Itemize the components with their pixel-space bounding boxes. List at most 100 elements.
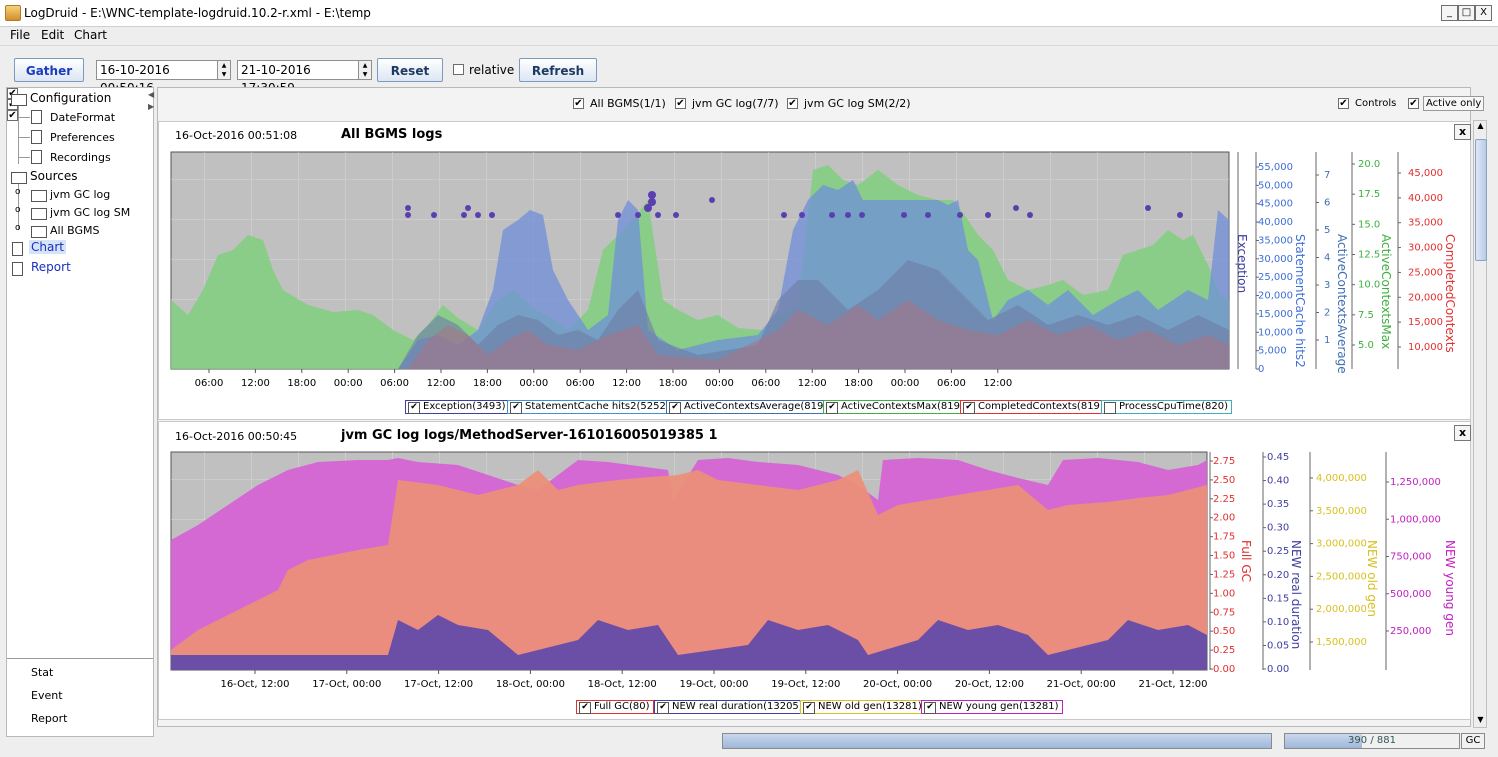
y-tick-label: 1 bbox=[1324, 335, 1330, 346]
legend-checkbox[interactable]: ✔ bbox=[408, 402, 420, 414]
refresh-button[interactable]: Refresh bbox=[519, 58, 597, 82]
legend-label: NEW real duration(13205) bbox=[672, 701, 803, 712]
y-axis-title: Full GC bbox=[1239, 540, 1253, 582]
maximize-button[interactable]: □ bbox=[1458, 5, 1475, 21]
legend-item[interactable]: ProcessCpuTime(820) bbox=[1101, 400, 1232, 414]
chart1-close-button[interactable]: x bbox=[1454, 124, 1471, 140]
tree-source-all-bgms[interactable]: All BGMS bbox=[50, 224, 99, 237]
scroll-up-icon[interactable]: ▲ bbox=[1475, 121, 1486, 133]
chart2-close-button[interactable]: x bbox=[1454, 425, 1471, 441]
legend-item[interactable]: ✔ ActiveContextsAverage(819) bbox=[666, 400, 832, 414]
y-tick-label: 25,000 bbox=[1408, 267, 1443, 278]
y-tick-label: 1.50 bbox=[1213, 551, 1235, 562]
y-tick-label: 15.0 bbox=[1358, 219, 1380, 230]
filter-jvm-gc-log-checkbox[interactable]: ✔ bbox=[675, 98, 686, 109]
tree-recordings[interactable]: Recordings bbox=[50, 151, 111, 164]
reset-button[interactable]: Reset bbox=[377, 58, 443, 82]
controls-checkbox[interactable]: ✔ bbox=[1338, 98, 1349, 109]
active-only-checkbox[interactable]: ✔ bbox=[1408, 98, 1419, 109]
start-date-spinner[interactable]: ▲ ▼ bbox=[217, 60, 231, 80]
tree-dateformat[interactable]: DateFormat bbox=[50, 111, 115, 124]
legend-item[interactable]: ✔ ActiveContextsMax(819) bbox=[823, 400, 968, 414]
chart1-plot[interactable]: 06:00 12:00 18:00 00:00 06:00 12:00 18:00 00:00… bbox=[158, 140, 1471, 398]
end-date-field[interactable]: 21-10-2016 17:30:59 bbox=[237, 60, 359, 95]
relative-label: relative bbox=[469, 63, 515, 77]
legend-item[interactable]: ✔ CompletedContexts(819) bbox=[960, 400, 1108, 414]
tree-source-jvm-gc-log-sm[interactable]: jvm GC log SM bbox=[50, 206, 130, 219]
y-axis-title: ActiveContextsAverage bbox=[1335, 234, 1349, 374]
menu-edit[interactable]: Edit bbox=[41, 28, 64, 42]
expand-right-icon[interactable]: ▶ bbox=[148, 102, 154, 111]
x-tick-label: 06:00 bbox=[566, 378, 595, 389]
y-axis-title: StatementCache hits2 bbox=[1293, 234, 1307, 368]
close-button[interactable]: X bbox=[1475, 5, 1492, 21]
menu-file[interactable]: File bbox=[10, 28, 30, 42]
y-tick-label: 750,000 bbox=[1390, 552, 1431, 563]
legend-checkbox[interactable]: ✔ bbox=[657, 702, 669, 714]
legend-item[interactable]: ✔ Exception(3493) bbox=[405, 400, 510, 414]
x-tick-label: 20-Oct, 00:00 bbox=[863, 679, 932, 690]
y-tick-label: 55,000 bbox=[1258, 162, 1293, 173]
legend-item[interactable]: ✔ NEW old gen(13281) bbox=[800, 700, 926, 714]
x-tick-label: 00:00 bbox=[705, 378, 734, 389]
start-date-field[interactable]: 16-10-2016 00:50:16 bbox=[96, 60, 218, 95]
filter-all-bgms-checkbox[interactable]: ✔ bbox=[573, 98, 584, 109]
legend-checkbox[interactable] bbox=[1104, 402, 1116, 414]
relative-checkbox[interactable] bbox=[453, 64, 464, 75]
collapse-left-icon[interactable]: ◀ bbox=[148, 90, 154, 99]
legend-checkbox[interactable]: ✔ bbox=[579, 702, 591, 714]
active-only-label: Active only bbox=[1423, 96, 1485, 111]
legend-checkbox[interactable]: ✔ bbox=[963, 402, 975, 414]
x-tick-label: 19-Oct, 00:00 bbox=[679, 679, 748, 690]
tree-configuration[interactable]: Configuration bbox=[30, 91, 111, 105]
menu-chart[interactable]: Chart bbox=[74, 28, 107, 42]
y-tick-label: 0.40 bbox=[1267, 476, 1289, 487]
scroll-down-icon[interactable]: ▼ bbox=[1475, 715, 1486, 727]
x-tick-label: 19-Oct, 12:00 bbox=[771, 679, 840, 690]
memory-progress-bar: 390 / 881 bbox=[1284, 733, 1460, 749]
document-icon bbox=[12, 262, 23, 276]
legend-checkbox[interactable]: ✔ bbox=[924, 702, 936, 714]
legend-item[interactable]: ✔ StatementCache hits2(5252) bbox=[507, 400, 674, 414]
legend-item[interactable]: ✔ NEW real duration(13205) bbox=[654, 700, 807, 714]
tree-preferences[interactable]: Preferences bbox=[50, 131, 115, 144]
legend-checkbox[interactable]: ✔ bbox=[803, 702, 815, 714]
y-axis-title: Exception bbox=[1235, 234, 1249, 293]
gather-button[interactable]: Gather bbox=[14, 58, 84, 82]
tree-sources[interactable]: Sources bbox=[30, 169, 77, 183]
legend-label: ActiveContextsMax(819) bbox=[841, 401, 964, 412]
scroll-thumb[interactable] bbox=[1475, 139, 1487, 261]
tree-source-jvm-gc-log[interactable]: jvm GC log bbox=[50, 188, 110, 201]
tree-chart[interactable]: Chart bbox=[29, 240, 66, 254]
expand-handle-icon[interactable]: o bbox=[15, 223, 21, 233]
vertical-scrollbar[interactable]: ▲ ▼ bbox=[1473, 120, 1487, 728]
y-tick-label: 0.25 bbox=[1267, 546, 1289, 557]
x-tick-label: 00:00 bbox=[891, 378, 920, 389]
minimize-button[interactable]: _ bbox=[1441, 5, 1458, 21]
y-tick-label: 0 bbox=[1258, 364, 1264, 375]
legend-item[interactable]: ✔ NEW young gen(13281) bbox=[921, 700, 1063, 714]
expand-handle-icon[interactable]: o bbox=[15, 187, 21, 197]
legend-item[interactable]: ✔ Full GC(80) bbox=[576, 700, 654, 714]
y-tick-label: 5 bbox=[1324, 225, 1330, 236]
filter-jvm-gc-log-sm-checkbox[interactable]: ✔ bbox=[787, 98, 798, 109]
legend-checkbox[interactable]: ✔ bbox=[510, 402, 522, 414]
y-tick-label: 5.0 bbox=[1358, 340, 1374, 351]
legend-label: StatementCache hits2(5252) bbox=[525, 401, 670, 412]
y-tick-label: 2,000,000 bbox=[1316, 604, 1367, 615]
chart2-plot[interactable]: 16-Oct, 12:00 17-Oct, 00:00 17-Oct, 12:00 1… bbox=[158, 440, 1471, 698]
y-tick-label: 10,000 bbox=[1258, 327, 1293, 338]
tree-report[interactable]: Report bbox=[31, 260, 71, 274]
legend-checkbox[interactable]: ✔ bbox=[669, 402, 681, 414]
report-checkbox[interactable]: ✔ bbox=[7, 110, 18, 121]
gc-button[interactable]: GC bbox=[1461, 733, 1485, 749]
legend-checkbox[interactable]: ✔ bbox=[826, 402, 838, 414]
expand-handle-icon[interactable]: o bbox=[15, 205, 21, 215]
y-axis-title: NEW real duration bbox=[1289, 540, 1303, 649]
legend-label: CompletedContexts(819) bbox=[978, 401, 1104, 412]
y-tick-label: 250,000 bbox=[1390, 626, 1431, 637]
x-tick-label: 06:00 bbox=[195, 378, 224, 389]
y-axis-title: CompletedContexts bbox=[1443, 234, 1457, 353]
legend-label: NEW old gen(13281) bbox=[818, 701, 922, 712]
end-date-spinner[interactable]: ▲ ▼ bbox=[358, 60, 372, 80]
